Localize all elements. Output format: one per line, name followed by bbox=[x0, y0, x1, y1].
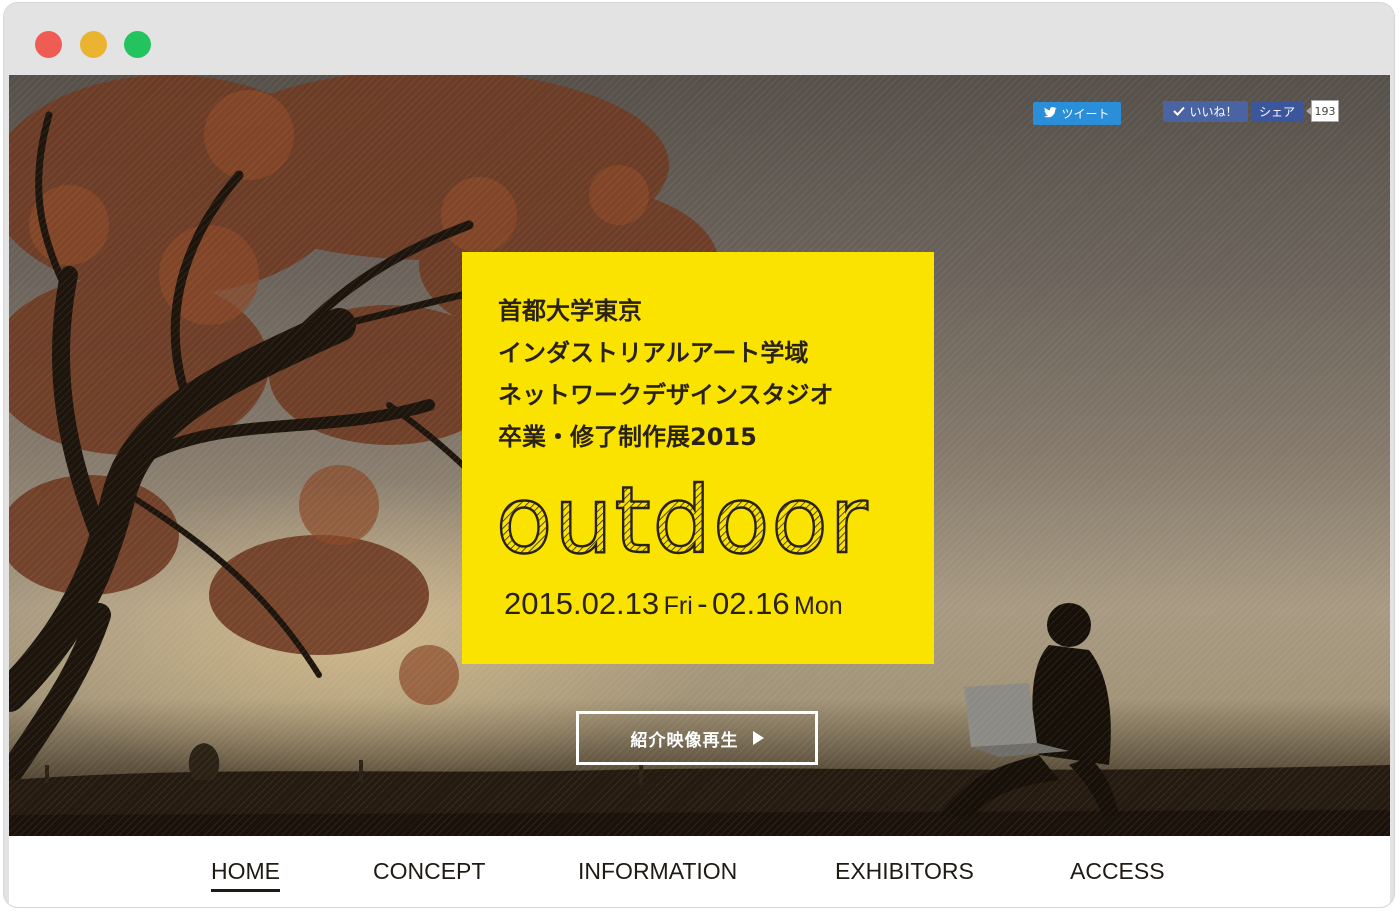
nav-concept[interactable]: CONCEPT bbox=[373, 858, 485, 885]
event-dates: 2015.02.13 Fri - 02.16 Mon bbox=[504, 586, 843, 622]
end-day: Mon bbox=[794, 592, 843, 620]
maximize-window-button[interactable] bbox=[124, 31, 151, 58]
title-line-university: 首都大学東京 bbox=[498, 297, 642, 325]
start-day: Fri bbox=[663, 592, 693, 620]
title-line-exhibition: 卒業・修了制作展2015 bbox=[498, 423, 757, 451]
title-line-faculty: インダストリアルアート学域 bbox=[498, 339, 809, 367]
nav-information[interactable]: INFORMATION bbox=[578, 858, 737, 885]
like-label: いいね！ bbox=[1189, 105, 1238, 119]
like-button[interactable]: いいね！ bbox=[1163, 101, 1248, 122]
share-count-value: 193 bbox=[1314, 104, 1336, 118]
share-button[interactable]: シェア bbox=[1251, 101, 1303, 122]
tweet-label: ツイート bbox=[1061, 107, 1110, 121]
share-label: シェア bbox=[1258, 105, 1295, 119]
window-titlebar bbox=[4, 3, 1394, 75]
nav-exhibitors[interactable]: EXHIBITORS bbox=[835, 858, 974, 885]
share-count-badge: 193 bbox=[1306, 100, 1339, 122]
outdoor-logo-text: outdoor bbox=[496, 480, 869, 564]
play-intro-video-button[interactable]: 紹介映像再生 bbox=[576, 711, 818, 765]
minimize-window-button[interactable] bbox=[80, 31, 107, 58]
close-window-button[interactable] bbox=[35, 31, 62, 58]
exhibition-title: 首都大学東京 インダストリアルアート学域 ネットワークデザインスタジオ 卒業・修… bbox=[498, 290, 834, 458]
date-separator: - bbox=[697, 586, 708, 621]
checkmark-icon bbox=[1173, 105, 1186, 119]
title-line-studio: ネットワークデザインスタジオ bbox=[498, 381, 834, 409]
main-navigation: HOME CONCEPT INFORMATION EXHIBITORS ACCE… bbox=[9, 836, 1390, 907]
nav-access[interactable]: ACCESS bbox=[1070, 858, 1165, 885]
tweet-button[interactable]: ツイート bbox=[1033, 102, 1121, 125]
end-date: 02.16 bbox=[712, 586, 790, 621]
hero-section: ツイート いいね！ シェア 193 首都大学東京 インダストリアルアート学域 ネ… bbox=[9, 75, 1390, 836]
start-date: 2015.02.13 bbox=[504, 586, 660, 621]
nav-home[interactable]: HOME bbox=[211, 858, 280, 892]
exhibition-title-card: 首都大学東京 インダストリアルアート学域 ネットワークデザインスタジオ 卒業・修… bbox=[462, 252, 934, 664]
browser-window: ツイート いいね！ シェア 193 首都大学東京 インダストリアルアート学域 ネ… bbox=[4, 3, 1394, 907]
twitter-bird-icon bbox=[1044, 106, 1057, 121]
outdoor-logo: outdoor bbox=[495, 480, 869, 564]
play-icon bbox=[752, 731, 764, 745]
video-button-label: 紹介映像再生 bbox=[630, 730, 739, 751]
